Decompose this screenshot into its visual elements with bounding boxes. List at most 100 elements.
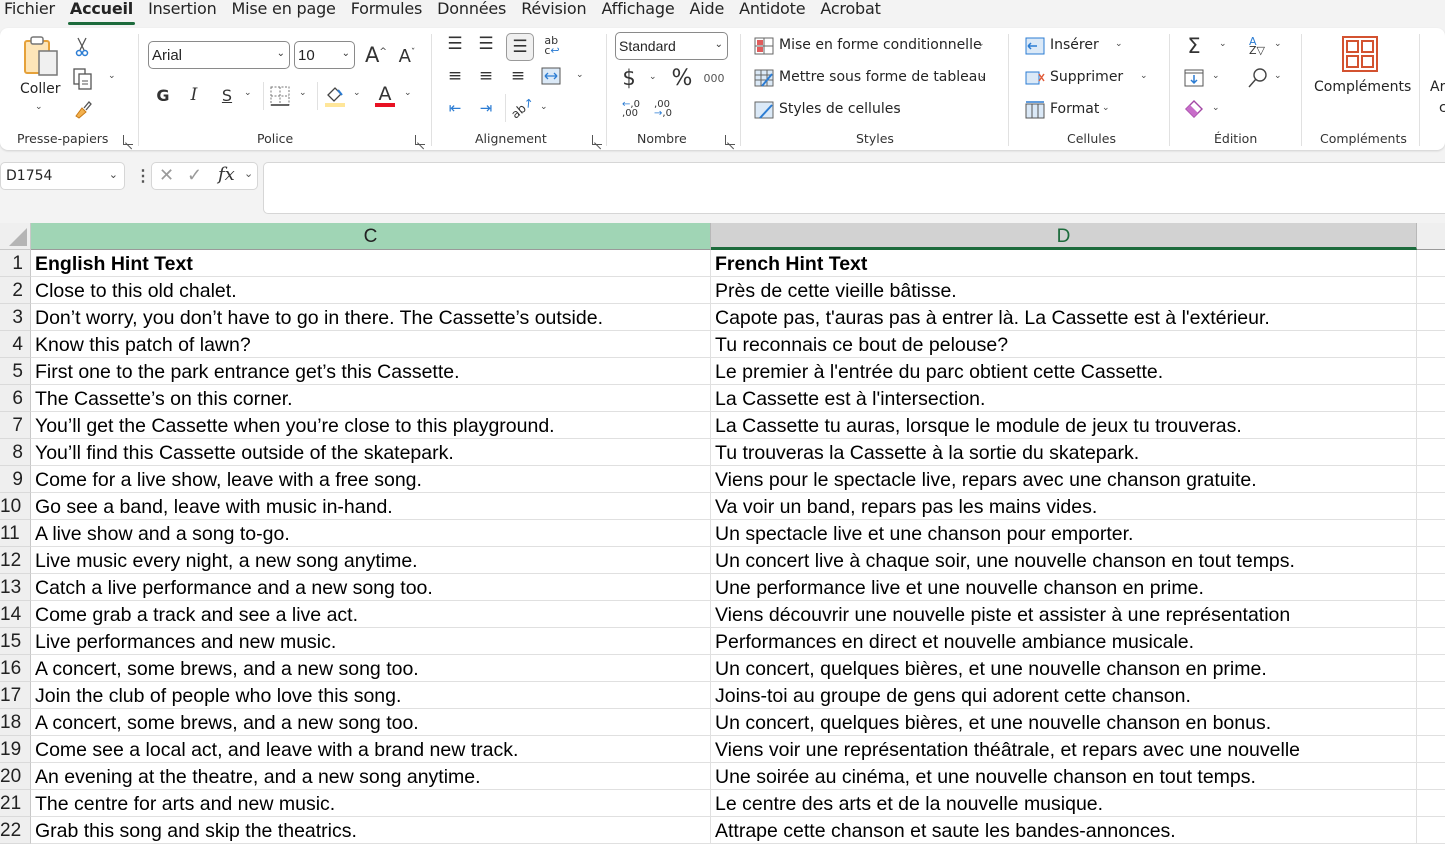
cell-d[interactable]: Un concert, quelques bières, et une nouv… bbox=[711, 709, 1417, 736]
orientation-button[interactable]: ab↗ bbox=[509, 95, 537, 122]
clear-chevron-icon[interactable]: ⌄ bbox=[1212, 103, 1220, 113]
autosum-chevron-icon[interactable]: ⌄ bbox=[1219, 39, 1227, 49]
row-header[interactable]: 21 bbox=[0, 790, 31, 817]
cell-e[interactable] bbox=[1417, 439, 1445, 466]
percent-button[interactable]: % bbox=[669, 66, 695, 91]
row-header[interactable]: 2 bbox=[0, 277, 31, 304]
row-header[interactable]: 9 bbox=[0, 466, 31, 493]
cell-e[interactable] bbox=[1417, 817, 1445, 844]
font-size-select[interactable]: 10 ⌄ bbox=[294, 41, 355, 69]
cell-d[interactable]: Une soirée au cinéma, et une nouvelle ch… bbox=[711, 763, 1417, 790]
find-select-button[interactable] bbox=[1246, 66, 1270, 90]
truncated-ribbon-button-label[interactable]: Ar bbox=[1430, 79, 1445, 95]
row-header[interactable]: 22 bbox=[0, 817, 31, 844]
wrap-text-button[interactable]: ab c↩ bbox=[540, 34, 564, 58]
font-color-button[interactable]: A bbox=[373, 83, 397, 109]
cell-d[interactable]: Tu trouveras la Cassette à la sortie du … bbox=[711, 439, 1417, 466]
tab-fichier[interactable]: Fichier bbox=[0, 0, 66, 22]
currency-button[interactable]: $ bbox=[619, 66, 639, 90]
cell-e[interactable] bbox=[1417, 358, 1445, 385]
increase-font-size-button[interactable]: A^ bbox=[363, 42, 389, 68]
cell-d[interactable]: Un concert live à chaque soir, une nouve… bbox=[711, 547, 1417, 574]
tab-mise-en-page[interactable]: Mise en page bbox=[228, 0, 347, 22]
addins-button[interactable] bbox=[1340, 34, 1380, 74]
increase-indent-button[interactable]: ⇥ bbox=[475, 97, 497, 119]
align-middle-button[interactable]: ☰ bbox=[475, 33, 497, 55]
cell-c[interactable]: An evening at the theatre, and a new son… bbox=[31, 763, 711, 790]
row-header[interactable]: 3 bbox=[0, 304, 31, 331]
align-center-button[interactable]: ≡ bbox=[475, 65, 497, 87]
underline-button[interactable]: S bbox=[217, 84, 237, 106]
row-header[interactable]: 14 bbox=[0, 601, 31, 628]
copy-button[interactable] bbox=[72, 68, 94, 90]
cell-c[interactable]: Come grab a track and see a live act. bbox=[31, 601, 711, 628]
cell-d[interactable]: Va voir un band, repars pas les mains vi… bbox=[711, 493, 1417, 520]
cell-c[interactable]: First one to the park entrance get’s thi… bbox=[31, 358, 711, 385]
cell-c[interactable]: You’ll get the Cassette when you’re clos… bbox=[31, 412, 711, 439]
cell-c[interactable]: A live show and a song to-go. bbox=[31, 520, 711, 547]
cell-d[interactable]: Performances en direct et nouvelle ambia… bbox=[711, 628, 1417, 655]
chevron-down-icon[interactable]: ⌄ bbox=[244, 167, 253, 180]
decrease-indent-button[interactable]: ⇤ bbox=[444, 97, 466, 119]
cell-e[interactable] bbox=[1417, 385, 1445, 412]
cell-e[interactable] bbox=[1417, 682, 1445, 709]
paste-dropdown-chevron-icon[interactable]: ⌄ bbox=[35, 102, 43, 112]
thousands-separator-button[interactable]: 000 bbox=[702, 68, 726, 88]
cell-e[interactable] bbox=[1417, 304, 1445, 331]
row-header[interactable]: 16 bbox=[0, 655, 31, 682]
paste-button[interactable] bbox=[20, 34, 62, 80]
row-header[interactable]: 18 bbox=[0, 709, 31, 736]
cell-d[interactable]: Le premier à l'entrée du parc obtient ce… bbox=[711, 358, 1417, 385]
format-chevron-icon[interactable]: ⌄ bbox=[1102, 103, 1110, 113]
column-header-d[interactable]: D bbox=[711, 223, 1417, 250]
cell-c[interactable]: Go see a band, leave with music in-hand. bbox=[31, 493, 711, 520]
cell-d[interactable]: Viens pour le spectacle live, repars ave… bbox=[711, 466, 1417, 493]
cell-d[interactable]: French Hint Text bbox=[711, 250, 1417, 277]
format-as-table-button[interactable]: Mettre sous forme de tableau bbox=[779, 69, 986, 85]
row-header[interactable]: 4 bbox=[0, 331, 31, 358]
format-painter-button[interactable] bbox=[72, 98, 94, 120]
font-launcher-icon[interactable] bbox=[415, 135, 425, 145]
align-top-button[interactable]: ☰ bbox=[444, 33, 466, 55]
cell-d[interactable]: Capote pas, t'auras pas à entrer là. La … bbox=[711, 304, 1417, 331]
cell-e[interactable] bbox=[1417, 628, 1445, 655]
clear-button[interactable] bbox=[1183, 98, 1205, 120]
cell-e[interactable] bbox=[1417, 520, 1445, 547]
insert-cells-button[interactable]: Insérer bbox=[1050, 37, 1099, 53]
cell-d[interactable]: Attrape cette chanson et saute les bande… bbox=[711, 817, 1417, 844]
select-all-button[interactable] bbox=[0, 223, 31, 250]
format-cells-button[interactable]: Format bbox=[1050, 101, 1099, 117]
tab-formules[interactable]: Formules bbox=[347, 0, 433, 22]
cell-c[interactable]: A concert, some brews, and a new song to… bbox=[31, 709, 711, 736]
cell-d[interactable]: La Cassette tu auras, lorsque le module … bbox=[711, 412, 1417, 439]
cell-c[interactable]: Come for a live show, leave with a free … bbox=[31, 466, 711, 493]
cell-d[interactable]: Une performance live et une nouvelle cha… bbox=[711, 574, 1417, 601]
column-header-c[interactable]: C bbox=[31, 223, 711, 250]
cell-e[interactable] bbox=[1417, 547, 1445, 574]
row-header[interactable]: 8 bbox=[0, 439, 31, 466]
cell-c[interactable]: Join the club of people who love this so… bbox=[31, 682, 711, 709]
row-header[interactable]: 6 bbox=[0, 385, 31, 412]
tab-accueil[interactable]: Accueil bbox=[66, 0, 144, 25]
cell-e[interactable] bbox=[1417, 277, 1445, 304]
cell-d[interactable]: Près de cette vieille bâtisse. bbox=[711, 277, 1417, 304]
cell-c[interactable]: Come see a local act, and leave with a b… bbox=[31, 736, 711, 763]
formula-input[interactable] bbox=[263, 162, 1445, 214]
align-bottom-button[interactable]: ☰ bbox=[506, 33, 534, 61]
row-header[interactable]: 1 bbox=[0, 250, 31, 277]
column-header-e[interactable] bbox=[1417, 223, 1445, 250]
merge-dropdown-chevron-icon[interactable]: ⌄ bbox=[576, 70, 584, 80]
tab-aide[interactable]: Aide bbox=[686, 0, 736, 22]
cell-c[interactable]: English Hint Text bbox=[31, 250, 711, 277]
cell-c[interactable]: Don’t worry, you don’t have to go in the… bbox=[31, 304, 711, 331]
cell-c[interactable]: The centre for arts and new music. bbox=[31, 790, 711, 817]
underline-dropdown-chevron-icon[interactable]: ⌄ bbox=[244, 88, 252, 98]
cell-c[interactable]: A concert, some brews, and a new song to… bbox=[31, 655, 711, 682]
font-color-dropdown-chevron-icon[interactable]: ⌄ bbox=[404, 88, 412, 98]
fill-color-button[interactable] bbox=[323, 84, 347, 108]
cell-e[interactable] bbox=[1417, 412, 1445, 439]
cell-d[interactable]: Tu reconnais ce bout de pelouse? bbox=[711, 331, 1417, 358]
row-header[interactable]: 15 bbox=[0, 628, 31, 655]
cell-c[interactable]: Know this patch of lawn? bbox=[31, 331, 711, 358]
align-left-button[interactable]: ≡ bbox=[444, 65, 466, 87]
